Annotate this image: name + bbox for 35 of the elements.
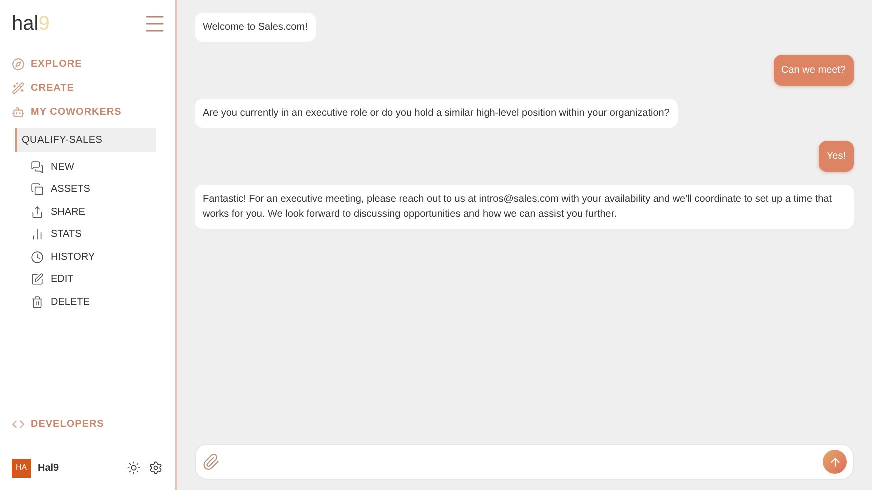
- send-button[interactable]: [823, 450, 847, 474]
- bot-message: Are you currently in an executive role or do you hold a similar high-level position within your organization?: [195, 99, 678, 128]
- robot-icon: [12, 106, 25, 118]
- theme-toggle-button[interactable]: [127, 461, 141, 475]
- bar-chart-icon: [31, 228, 44, 242]
- action-link[interactable]: STATS: [51, 227, 82, 242]
- bot-message: Welcome to Sales.com!: [195, 13, 316, 42]
- magic-wand-icon: [12, 82, 25, 94]
- user-name: Hal9: [38, 462, 60, 476]
- trash-icon: [31, 296, 44, 309]
- coworker-item[interactable]: QUALIFY-SALES: [15, 128, 156, 152]
- share-icon: [31, 206, 44, 219]
- sun-icon: [127, 461, 141, 475]
- user-message: Can we meet?: [774, 55, 854, 86]
- action-link[interactable]: NEW: [51, 160, 74, 175]
- arrow-up-icon: [828, 456, 842, 468]
- action-link[interactable]: ASSETS: [51, 182, 90, 198]
- settings-icon: [149, 461, 163, 475]
- avatar: HA: [12, 458, 31, 478]
- code-icon: [12, 418, 25, 430]
- action-link[interactable]: EDIT: [51, 272, 74, 288]
- action-link[interactable]: HISTORY: [51, 250, 96, 265]
- message-input[interactable]: [195, 444, 854, 480]
- action-link[interactable]: SHARE: [51, 204, 86, 220]
- copy-icon: [31, 183, 44, 196]
- edit-icon: [31, 273, 44, 286]
- bot-message: Fantastic! For an executive meeting, please reach out to us at intros@sales.com with your availability and we'll coordinate to set up a time that works for you. We look forward to discussing opportunities and how we can assist you further.: [195, 185, 854, 229]
- settings-button[interactable]: [149, 461, 163, 475]
- logo: hal9: [12, 14, 50, 34]
- clock-icon: [31, 250, 44, 264]
- action-link[interactable]: DELETE: [51, 294, 90, 310]
- compass-icon: [12, 58, 25, 70]
- user-message: Yes!: [818, 141, 854, 172]
- paperclip-icon[interactable]: [202, 453, 220, 471]
- chat-bubbles-icon: [31, 160, 44, 174]
